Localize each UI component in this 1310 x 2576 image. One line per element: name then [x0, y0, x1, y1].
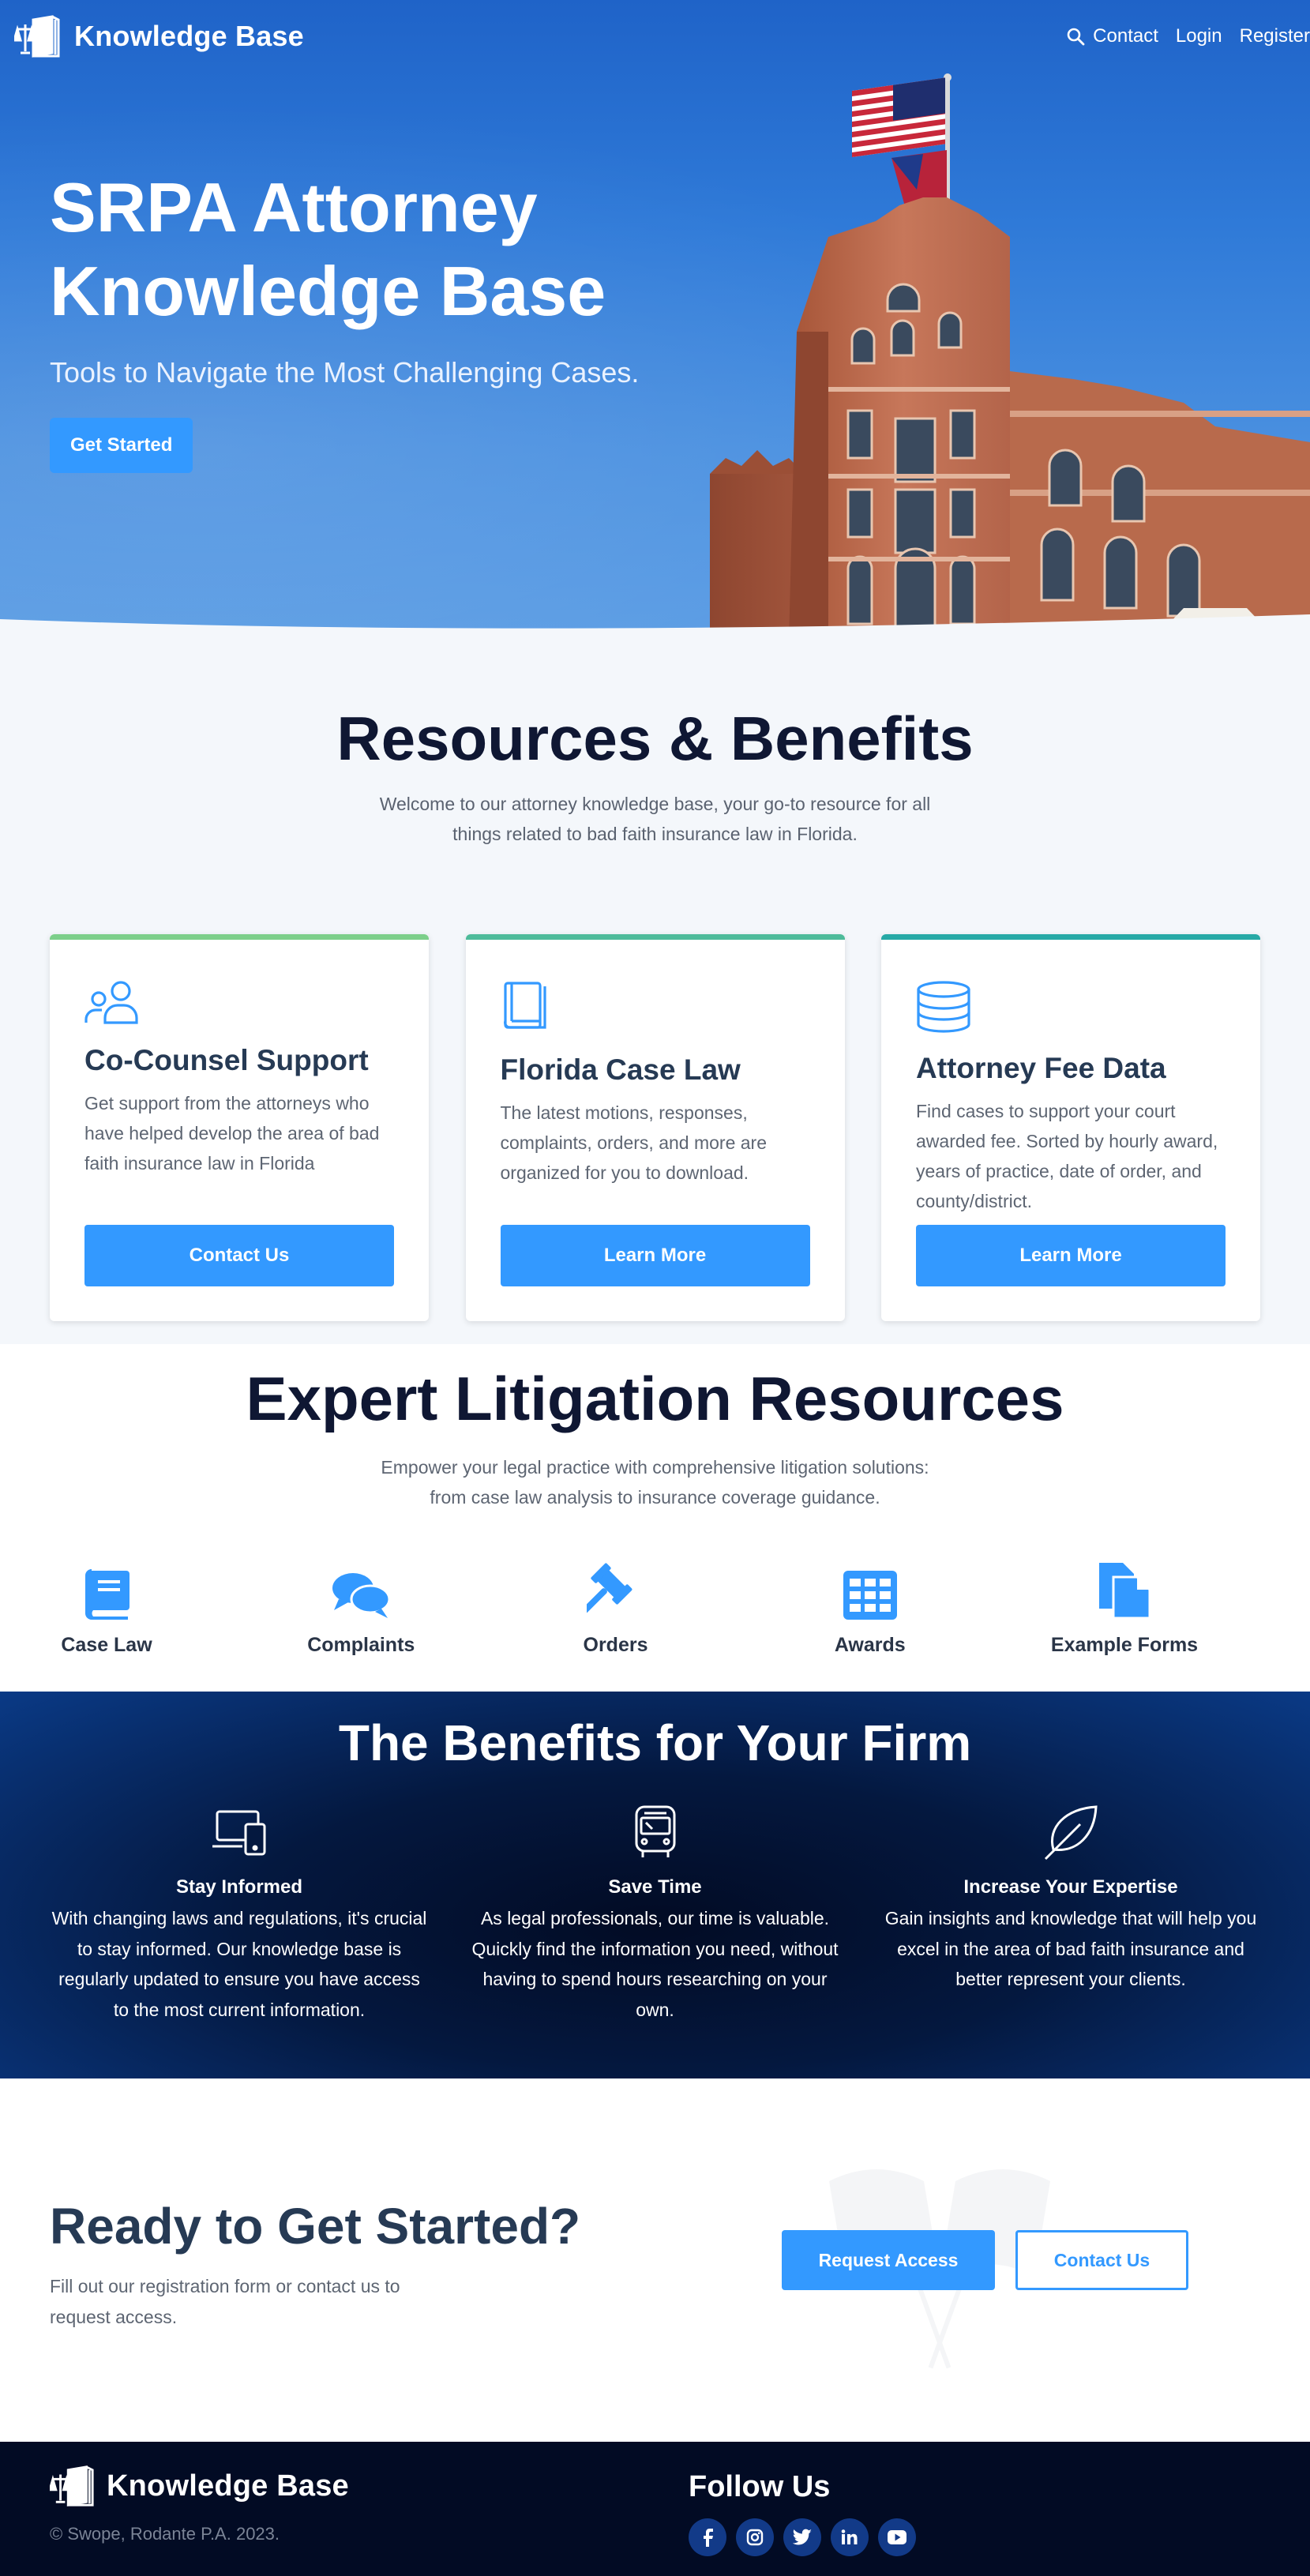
cta-subtitle: Fill out our registration form or contac…	[50, 2276, 400, 2327]
gavel-icon	[586, 1563, 632, 1613]
contact-us-button[interactable]: Contact Us	[84, 1225, 394, 1286]
resources-title: Resources & Benefits	[336, 704, 974, 773]
cta-section: Ready to Get Started? Fill out our regis…	[0, 2078, 1310, 2442]
hero-section: Knowledge Base Contact Login Register SR…	[0, 0, 1310, 641]
resource-card-case-law: Florida Case Law The latest motions, res…	[465, 934, 845, 1321]
social-links	[689, 2518, 916, 2556]
hero-bottom-curve	[0, 614, 1310, 641]
nav-login-link[interactable]: Login	[1176, 25, 1222, 47]
benefit-stay-informed: Stay Informed With changing laws and reg…	[50, 1802, 429, 2025]
site-footer: Knowledge Base © Swope, Rodante P.A. 202…	[0, 2442, 1310, 2576]
database-icon	[917, 981, 970, 1033]
card-title: Co-Counsel Support	[84, 1044, 369, 1076]
get-started-button[interactable]: Get Started	[50, 418, 193, 474]
cta-title: Ready to Get Started?	[50, 2198, 581, 2255]
law-book-logo-icon	[50, 2465, 94, 2507]
cta-text: Ready to Get Started? Fill out our regis…	[50, 2197, 580, 2332]
resources-section: Resources & Benefits Welcome to our atto…	[0, 641, 1310, 1344]
facebook-icon[interactable]	[689, 2518, 726, 2556]
hero-title-line-2: Knowledge Base	[50, 251, 606, 330]
follow-us: Follow Us	[689, 2470, 916, 2556]
resource-item-label: Case Law	[61, 1634, 152, 1656]
benefit-increase-expertise: Increase Your Expertise Gain insights an…	[881, 1802, 1260, 2025]
copyright-text: © Swope, Rodante P.A. 2023.	[50, 2524, 280, 2544]
resource-item-complaints[interactable]: Complaints	[254, 1555, 467, 1657]
book-icon	[85, 1569, 129, 1620]
instagram-icon[interactable]	[736, 2518, 774, 2556]
footer-brand[interactable]: Knowledge Base	[50, 2464, 349, 2508]
contact-link-group: Contact	[1066, 25, 1158, 47]
youtube-icon[interactable]	[878, 2518, 916, 2556]
law-book-logo-icon	[14, 15, 60, 58]
hero-subtitle: Tools to Navigate the Most Challenging C…	[50, 356, 640, 389]
resource-item-label: Example Forms	[1050, 1634, 1199, 1656]
book-icon	[503, 982, 546, 1029]
card-accent-bar	[881, 934, 1260, 940]
brick-building-photo	[710, 73, 1310, 641]
resource-item-awards[interactable]: Awards	[764, 1555, 977, 1657]
resource-item-case-law[interactable]: Case Law	[0, 1555, 213, 1657]
bus-icon	[635, 1805, 675, 1857]
card-text: The latest motions, responses, complaint…	[500, 1102, 768, 1183]
resource-item-label: Orders	[583, 1634, 648, 1656]
documents-icon	[1099, 1563, 1151, 1620]
brand-logo-link[interactable]: Knowledge Base	[14, 13, 304, 59]
expert-title: Expert Litigation Resources	[246, 1364, 1064, 1433]
us-flag	[852, 77, 945, 157]
benefit-text: As legal professionals, our time is valu…	[471, 1908, 839, 2020]
leaf-icon	[1044, 1805, 1098, 1861]
benefits-section: The Benefits for Your Firm Stay Informed…	[0, 1692, 1310, 2078]
benefit-save-time: Save Time As legal professionals, our ti…	[466, 1802, 845, 2025]
benefit-text: Gain insights and knowledge that will he…	[884, 1908, 1257, 1989]
benefits-title: The Benefits for Your Firm	[338, 1714, 972, 1771]
card-text: Get support from the attorneys who have …	[84, 1093, 380, 1173]
expert-subtitle: Empower your legal practice with compreh…	[381, 1457, 929, 1508]
benefit-text: With changing laws and regulations, it's…	[51, 1908, 427, 2020]
resource-card-fee-data: Attorney Fee Data Find cases to support …	[881, 934, 1260, 1321]
card-accent-bar	[50, 934, 429, 940]
contact-us-button[interactable]: Contact Us	[1015, 2230, 1188, 2290]
resource-cards: Co-Counsel Support Get support from the …	[0, 934, 1310, 1321]
resource-item-label: Complaints	[307, 1634, 415, 1656]
benefit-title: Increase Your Expertise	[963, 1876, 1178, 1898]
resource-item-example-forms[interactable]: Example Forms	[1018, 1555, 1231, 1657]
nav-register-link[interactable]: Register	[1240, 25, 1310, 47]
devices-icon	[212, 1810, 266, 1856]
nav-links: Contact Login Register	[1066, 25, 1310, 47]
resource-type-row: Case Law Complaints Orders Awards Exampl…	[0, 1555, 1310, 1657]
resources-subtitle: Welcome to our attorney knowledge base, …	[379, 794, 931, 844]
resource-item-orders[interactable]: Orders	[509, 1555, 723, 1657]
resource-card-co-counsel: Co-Counsel Support Get support from the …	[50, 934, 429, 1321]
footer-brand-title: Knowledge Base	[107, 2469, 349, 2503]
brand-title: Knowledge Base	[74, 20, 304, 52]
benefits-row: Stay Informed With changing laws and reg…	[0, 1802, 1310, 2025]
nav-contact-link[interactable]: Contact	[1093, 25, 1158, 47]
hero-title: SRPA Attorney Knowledge Base	[50, 166, 697, 332]
request-access-button[interactable]: Request Access	[782, 2230, 995, 2290]
card-title: Florida Case Law	[500, 1053, 741, 1086]
grid-icon	[843, 1571, 897, 1620]
benefit-title: Save Time	[608, 1876, 702, 1898]
search-icon[interactable]	[1066, 27, 1085, 46]
linkedin-icon[interactable]	[831, 2518, 869, 2556]
card-text: Find cases to support your court awarded…	[916, 1101, 1218, 1211]
top-navbar: Knowledge Base Contact Login Register	[0, 0, 1310, 73]
follow-title: Follow Us	[689, 2470, 831, 2503]
benefit-title: Stay Informed	[175, 1876, 303, 1898]
card-accent-bar	[465, 934, 845, 940]
hero-title-line-1: SRPA Attorney	[50, 168, 538, 246]
learn-more-button[interactable]: Learn More	[916, 1225, 1226, 1286]
learn-more-button[interactable]: Learn More	[500, 1225, 810, 1286]
resource-item-label: Awards	[834, 1634, 906, 1656]
users-icon	[84, 981, 138, 1024]
expert-resources-section: Expert Litigation Resources Empower your…	[0, 1344, 1310, 1692]
cta-buttons: Request Access Contact Us	[782, 2230, 1188, 2290]
hero-text: SRPA Attorney Knowledge Base Tools to Na…	[50, 166, 697, 474]
comments-icon	[332, 1573, 391, 1618]
card-title: Attorney Fee Data	[916, 1052, 1166, 1084]
twitter-icon[interactable]	[783, 2518, 821, 2556]
